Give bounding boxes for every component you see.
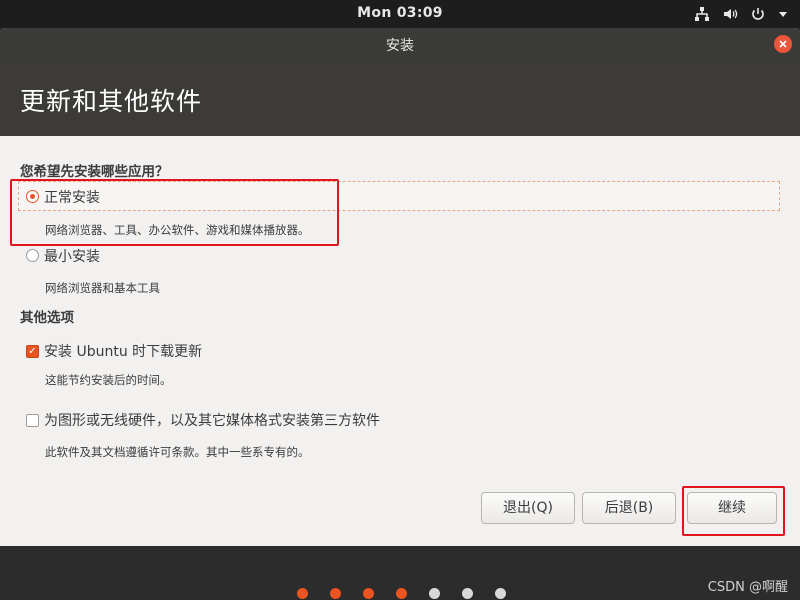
page-title: 更新和其他软件 (20, 87, 203, 116)
third-party-software-label[interactable]: 为图形或无线硬件，以及其它媒体格式安装第三方软件 (44, 410, 380, 430)
download-updates-label[interactable]: 安装 Ubuntu 时下载更新 (44, 341, 202, 361)
progress-dots (0, 588, 800, 599)
power-icon[interactable] (750, 6, 766, 22)
close-icon (779, 40, 787, 48)
window-title: 安装 (386, 38, 414, 54)
download-updates-description: 这能节约安装后的时间。 (45, 373, 172, 387)
close-button[interactable] (774, 35, 792, 53)
chevron-down-icon[interactable] (778, 9, 788, 19)
minimal-install-label[interactable]: 最小安装 (44, 246, 100, 266)
back-button[interactable]: 后退(B) (582, 492, 676, 524)
other-options-heading: 其他选项 (20, 310, 74, 326)
progress-dot (429, 588, 440, 599)
install-type-question: 您希望先安装哪些应用？ (20, 164, 169, 180)
top-panel: Mon 03:09 (0, 0, 800, 28)
progress-dot (330, 588, 341, 599)
watermark: CSDN @啊醒 (707, 580, 788, 595)
minimal-install-description: 网络浏览器和基本工具 (45, 281, 160, 295)
page-header: 更新和其他软件 (0, 60, 800, 136)
annotation-box-continue (682, 486, 785, 536)
progress-dot (297, 588, 308, 599)
annotation-box-normal-install (10, 179, 339, 246)
third-party-software-checkbox[interactable] (26, 414, 39, 427)
clock[interactable]: Mon 03:09 (0, 5, 800, 21)
system-tray[interactable] (694, 4, 788, 24)
download-updates-checkbox[interactable]: ✓ (26, 345, 39, 358)
quit-button[interactable]: 退出(Q) (481, 492, 575, 524)
volume-icon[interactable] (722, 6, 738, 22)
window-titlebar[interactable]: 安装 (0, 28, 800, 60)
third-party-software-description: 此软件及其文档遵循许可条款。其中一些系专有的。 (45, 445, 310, 459)
minimal-install-radio[interactable] (26, 249, 39, 262)
progress-dot (495, 588, 506, 599)
network-icon[interactable] (694, 6, 710, 22)
progress-dot (396, 588, 407, 599)
progress-dot (363, 588, 374, 599)
progress-dot (462, 588, 473, 599)
installer-window: 安装 更新和其他软件 您希望先安装哪些应用？ 正常安装 网络浏览器、工具、办公软… (0, 28, 800, 546)
